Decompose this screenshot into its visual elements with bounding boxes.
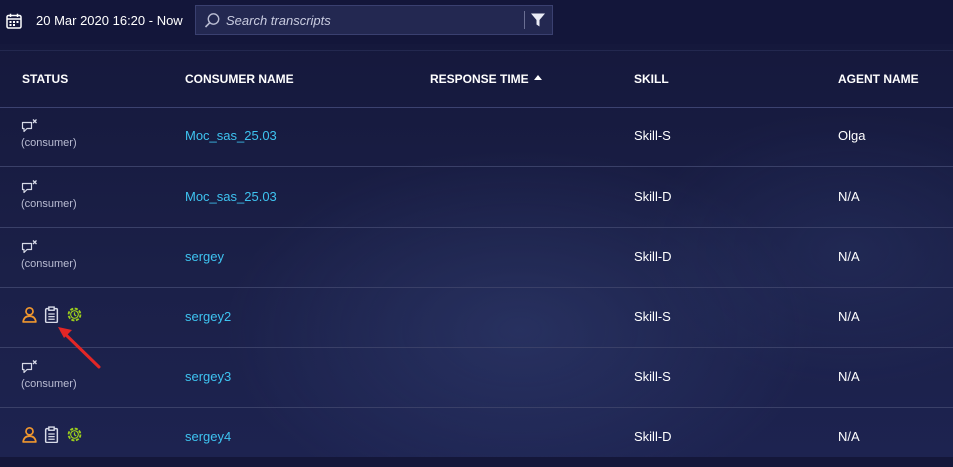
- column-header-skill[interactable]: SKILL: [634, 72, 669, 86]
- skill-value: Skill-D: [634, 429, 672, 444]
- person-icon[interactable]: [21, 306, 38, 323]
- clipboard-icon[interactable]: [43, 306, 60, 323]
- clipboard-icon[interactable]: [43, 426, 60, 443]
- filter-icon[interactable]: [530, 12, 546, 28]
- status-cell: [21, 306, 84, 324]
- agent-name-value: N/A: [838, 429, 860, 444]
- search-input[interactable]: [226, 10, 511, 30]
- column-header-status[interactable]: STATUS: [22, 72, 68, 86]
- calendar-icon[interactable]: [6, 13, 22, 29]
- consumer-name-link[interactable]: sergey3: [185, 369, 231, 384]
- status-cell: (consumer): [21, 239, 77, 270]
- skill-value: Skill-S: [634, 309, 671, 324]
- search-divider: [524, 11, 525, 29]
- status-cell: (consumer): [21, 359, 77, 390]
- agent-name-value: N/A: [838, 189, 860, 204]
- agent-name-value: N/A: [838, 369, 860, 384]
- table-row[interactable]: sergey4 Skill-D N/A: [0, 407, 953, 467]
- table-header: STATUS CONSUMER NAME RESPONSE TIME SKILL…: [0, 50, 953, 108]
- person-icon[interactable]: [21, 426, 38, 443]
- status-cell: (consumer): [21, 118, 77, 149]
- sort-ascending-icon: [533, 75, 542, 80]
- table-row[interactable]: (consumer) sergey3 Skill-S N/A: [0, 347, 953, 408]
- consumer-name-link[interactable]: Moc_sas_25.03: [185, 128, 277, 143]
- table-row[interactable]: (consumer) Moc_sas_25.03 Skill-S Olga: [0, 106, 953, 167]
- agent-name-value: N/A: [838, 309, 860, 324]
- toolbar: 20 Mar 2020 16:20 - Now: [0, 0, 953, 44]
- status-cell: (consumer): [21, 179, 77, 210]
- status-label: (consumer): [21, 198, 77, 210]
- clock-gear-icon[interactable]: [66, 426, 83, 443]
- chat-closed-icon: [21, 239, 38, 254]
- status-label: (consumer): [21, 258, 77, 270]
- skill-value: Skill-D: [634, 189, 672, 204]
- date-range-label[interactable]: 20 Mar 2020 16:20 - Now: [36, 13, 183, 28]
- skill-value: Skill-S: [634, 369, 671, 384]
- skill-value: Skill-S: [634, 128, 671, 143]
- chat-closed-icon: [21, 179, 38, 194]
- status-label: (consumer): [21, 378, 77, 390]
- status-label: (consumer): [21, 137, 77, 149]
- consumer-name-link[interactable]: Moc_sas_25.03: [185, 189, 277, 204]
- agent-name-value: N/A: [838, 249, 860, 264]
- column-header-agent-name[interactable]: AGENT NAME: [838, 72, 919, 86]
- status-cell: [21, 426, 84, 444]
- column-header-consumer-name[interactable]: CONSUMER NAME: [185, 72, 294, 86]
- chat-closed-icon: [21, 118, 38, 133]
- consumer-name-link[interactable]: sergey: [185, 249, 224, 264]
- chat-closed-icon: [21, 359, 38, 374]
- agent-name-value: Olga: [838, 128, 866, 143]
- column-header-response-time-label: RESPONSE TIME: [430, 72, 529, 86]
- consumer-name-link[interactable]: sergey2: [185, 309, 231, 324]
- column-header-response-time[interactable]: RESPONSE TIME: [430, 72, 542, 86]
- search-box[interactable]: [195, 5, 553, 35]
- table-row[interactable]: (consumer) Moc_sas_25.03 Skill-D N/A: [0, 167, 953, 228]
- table-row[interactable]: sergey2 Skill-S N/A: [0, 287, 953, 348]
- consumer-name-link[interactable]: sergey4: [185, 429, 231, 444]
- clock-gear-icon[interactable]: [66, 306, 83, 323]
- skill-value: Skill-D: [634, 249, 672, 264]
- table-row[interactable]: (consumer) sergey Skill-D N/A: [0, 227, 953, 288]
- search-icon: [204, 13, 220, 28]
